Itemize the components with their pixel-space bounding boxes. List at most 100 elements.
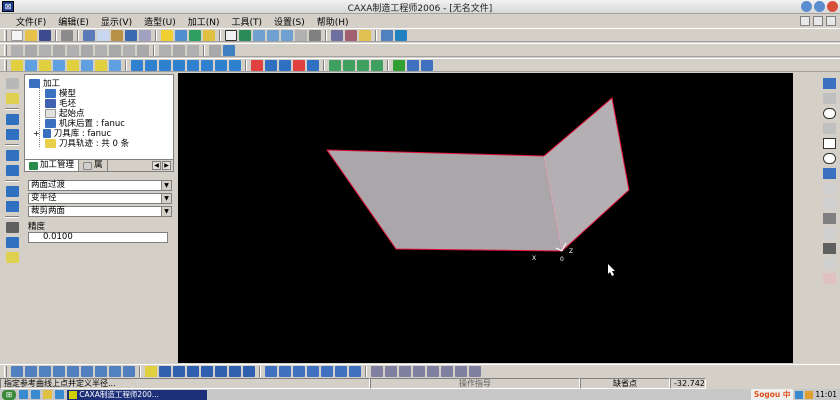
curve-5-icon[interactable] — [321, 365, 333, 377]
view-iso-icon[interactable] — [53, 365, 65, 377]
doc-close-icon[interactable] — [826, 16, 836, 26]
save-icon[interactable] — [39, 29, 51, 41]
light-icon[interactable] — [161, 29, 173, 41]
view-front-icon[interactable] — [11, 365, 23, 377]
view-side-icon[interactable] — [39, 365, 51, 377]
curve-6-icon[interactable] — [335, 365, 347, 377]
edit-surface-1-icon[interactable] — [131, 59, 143, 71]
curve-3-icon[interactable] — [293, 365, 305, 377]
edit-surface-6-icon[interactable] — [201, 59, 213, 71]
render-icon[interactable] — [359, 29, 371, 41]
snap-3-icon[interactable] — [173, 365, 185, 377]
quicklaunch-1-icon[interactable] — [19, 390, 29, 399]
list-icon[interactable] — [5, 165, 19, 176]
expand-icon[interactable]: + — [33, 129, 40, 138]
shade-icon[interactable] — [345, 29, 357, 41]
chevron-down-icon[interactable]: ▼ — [161, 194, 171, 203]
curve-2-icon[interactable] — [279, 365, 291, 377]
trend-icon[interactable] — [407, 59, 419, 71]
window-icon[interactable] — [225, 29, 237, 41]
circle-icon[interactable] — [822, 108, 836, 119]
quicklaunch-3-icon[interactable] — [43, 390, 53, 399]
layers-icon[interactable] — [5, 114, 19, 125]
plane-icon[interactable] — [173, 44, 185, 56]
transform-1-icon[interactable] — [371, 365, 383, 377]
machining-icon[interactable] — [5, 186, 19, 197]
surface-3-icon[interactable] — [39, 59, 51, 71]
solid-5-icon[interactable] — [307, 59, 319, 71]
tab-scroll-right-icon[interactable]: ▶ — [162, 161, 171, 170]
edit-surface-8-icon[interactable] — [229, 59, 241, 71]
extend-tool-icon[interactable] — [137, 44, 149, 56]
view-top-icon[interactable] — [25, 365, 37, 377]
symbol-icon[interactable] — [822, 258, 836, 269]
trim-type-select[interactable]: 裁剪两面 ▼ — [28, 206, 172, 217]
tray-icon[interactable] — [805, 390, 814, 399]
dimension-icon[interactable] — [822, 213, 836, 224]
ime-indicator[interactable]: Sogou 中 — [750, 389, 794, 400]
task-caxa[interactable]: CAXA制造工程师200... — [67, 389, 208, 400]
transform-7-icon[interactable] — [455, 365, 467, 377]
surface-7-icon[interactable] — [95, 59, 107, 71]
coord-icon[interactable] — [822, 78, 836, 89]
toolbar-grip[interactable] — [4, 29, 7, 41]
layer-icon[interactable] — [381, 29, 393, 41]
move-icon[interactable] — [295, 29, 307, 41]
tree-item-toolpaths[interactable]: 刀具轨迹 : 共 0 条 — [45, 137, 129, 149]
zoom-in-icon[interactable] — [267, 29, 279, 41]
minimize-icon[interactable] — [801, 1, 812, 12]
3d-viewport[interactable]: X Z 0 — [178, 73, 793, 363]
tab-scroll-left-icon[interactable]: ◀ — [152, 161, 161, 170]
view-6-icon[interactable] — [81, 365, 93, 377]
view-9-icon[interactable] — [123, 365, 135, 377]
filter-icon[interactable] — [189, 29, 201, 41]
edit-surface-3-icon[interactable] — [159, 59, 171, 71]
snap-5-icon[interactable] — [201, 365, 213, 377]
formula-icon[interactable] — [822, 183, 836, 194]
tool-icon[interactable] — [395, 29, 407, 41]
quicklaunch-2-icon[interactable] — [31, 390, 41, 399]
surface-1-icon[interactable] — [11, 59, 23, 71]
rect-tool-icon[interactable] — [53, 44, 65, 56]
properties-icon[interactable] — [5, 129, 19, 140]
point-tool-icon[interactable] — [81, 44, 93, 56]
solid-1-icon[interactable] — [251, 59, 263, 71]
hatch-icon[interactable] — [822, 243, 836, 254]
menu-tools[interactable]: 工具(T) — [226, 15, 269, 28]
snap-2-icon[interactable] — [159, 365, 171, 377]
chevron-down-icon[interactable]: ▼ — [161, 181, 171, 190]
color-icon[interactable] — [203, 29, 215, 41]
zoom-out-icon[interactable] — [281, 29, 293, 41]
chamfer-icon[interactable] — [343, 59, 355, 71]
select-icon[interactable] — [209, 44, 221, 56]
simulate-icon[interactable] — [5, 237, 19, 248]
tab-properties[interactable]: 属 — [79, 160, 108, 171]
curve-7-icon[interactable] — [349, 365, 361, 377]
measure-icon[interactable] — [393, 59, 405, 71]
copy-icon[interactable] — [97, 29, 109, 41]
sketch-icon[interactable] — [159, 44, 171, 56]
edit-surface-4-icon[interactable] — [173, 59, 185, 71]
snap-4-icon[interactable] — [187, 365, 199, 377]
menu-modeling[interactable]: 造型(U) — [138, 15, 182, 28]
toolbar-grip[interactable] — [4, 365, 7, 377]
transform-6-icon[interactable] — [441, 365, 453, 377]
surface-2-icon[interactable] — [25, 59, 37, 71]
curve-1-icon[interactable] — [265, 365, 277, 377]
circle-tool-icon[interactable] — [39, 44, 51, 56]
edit-surface-2-icon[interactable] — [145, 59, 157, 71]
surface-4-icon[interactable] — [53, 59, 65, 71]
erase-icon[interactable] — [822, 273, 836, 284]
snap-1-icon[interactable] — [145, 365, 157, 377]
ellipse-icon[interactable] — [822, 153, 836, 164]
cube-icon[interactable] — [223, 44, 235, 56]
status-snap-mode[interactable]: 缺省点 — [580, 377, 670, 389]
left-surface[interactable] — [326, 149, 563, 252]
transform-8-icon[interactable] — [469, 365, 481, 377]
fillet-icon[interactable] — [329, 59, 341, 71]
snap-6-icon[interactable] — [215, 365, 227, 377]
tab-machining-manager[interactable]: 加工管理 — [25, 160, 80, 171]
chevron-down-icon[interactable]: ▼ — [161, 207, 171, 216]
print-icon[interactable] — [61, 29, 73, 41]
toolbar-grip[interactable] — [4, 44, 7, 56]
